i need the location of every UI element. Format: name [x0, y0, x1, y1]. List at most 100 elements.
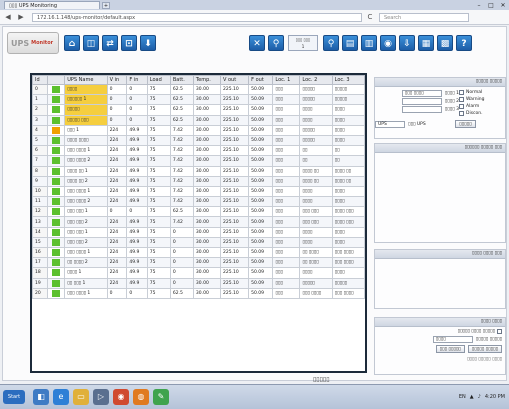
- table-cell: 49.9: [126, 277, 148, 289]
- table-row[interactable]: 4 ▯▯▯ 1 224 49.9 75 7.42 30.00 225.10 50.09 ▯▯▯ ▯▯…: [32, 124, 365, 136]
- table-row[interactable]: 2 ▯▯▯▯▯ 0 0 75 62.5 30.00 225.10 50.09 ▯▯▯ ▯▯▯▯ ▯▯▯…: [32, 104, 365, 116]
- column-header[interactable]: V in: [106, 75, 128, 85]
- reload-icon[interactable]: C: [365, 12, 375, 22]
- table-cell: 224: [106, 175, 128, 187]
- maximize-button[interactable]: □: [485, 2, 497, 9]
- forward-icon[interactable]: ▶: [16, 12, 26, 22]
- url-bar[interactable]: 172.16.1.148/ups-monitor/default.aspx: [32, 12, 362, 22]
- panel-4-button-a[interactable]: ▯▯▯ ▯▯▯▯▯: [435, 345, 465, 353]
- close-window-button[interactable]: ✕: [497, 2, 509, 9]
- column-header-status: [46, 75, 66, 85]
- table-row[interactable]: 6 ▯▯▯ ▯▯▯▯ 1 224 49.9 75 7.42 30.00 225.10 50.09…: [32, 145, 365, 157]
- zoom-icon[interactable]: ⚲: [323, 35, 339, 51]
- chart-icon[interactable]: ◉: [380, 35, 396, 51]
- level-combo[interactable]: [401, 105, 442, 113]
- tray-item[interactable]: EN: [459, 394, 466, 400]
- table-row[interactable]: 8 ▯▯▯▯ ▯▯ 1 224 49.9 75 7.42 30.00 225.10 50.09 ▯…: [32, 165, 365, 177]
- ups-field-combo[interactable]: UPS: [375, 120, 405, 128]
- level-combo[interactable]: [401, 97, 442, 105]
- panel-4-button-b[interactable]: ▯▯▯▯▯ ▯▯▯▯▯: [467, 345, 502, 353]
- ie-icon[interactable]: e: [53, 389, 69, 405]
- table-row[interactable]: 9 ▯▯▯▯ ▯▯ 2 224 49.9 75 7.42 30.00 225.10 50.09 ▯…: [32, 175, 365, 187]
- checkbox-box[interactable]: [459, 97, 464, 102]
- paint-icon[interactable]: ✎: [153, 389, 169, 405]
- table-cell: ▯▯▯ ▯▯▯▯: [331, 257, 365, 269]
- table-cell: 0: [169, 246, 194, 259]
- column-header[interactable]: UPS Name: [64, 75, 108, 85]
- user-selector[interactable]: ▯▯▯ ▯▯▯ 1: [288, 35, 318, 51]
- print-icon[interactable]: ▦: [418, 35, 434, 51]
- explorer-icon[interactable]: ◧: [33, 389, 49, 405]
- panel-4-toggle-label: ▯▯▯▯▯ ▯▯▯▯ ▯▯▯▯▯: [457, 328, 495, 334]
- back-icon[interactable]: ◀: [3, 12, 13, 22]
- column-header[interactable]: Loc. 3: [331, 75, 365, 85]
- grid-icon[interactable]: ▤: [342, 35, 358, 51]
- panel-4-checkbox[interactable]: [497, 328, 502, 334]
- table-row[interactable]: 11 ▯▯▯ ▯▯▯▯ 2 224 49.9 75 7.42 30.00 225.10 50.0…: [32, 196, 365, 208]
- help-icon[interactable]: ?: [456, 35, 472, 51]
- table-row[interactable]: 1 ▯▯▯▯▯▯ 1 0 0 75 62.5 30.00 225.10 50.09 ▯▯▯ ▯▯▯▯…: [32, 94, 365, 106]
- download-icon[interactable]: ⬇: [140, 35, 156, 51]
- table-cell: 50.09: [248, 277, 274, 289]
- refresh-icon[interactable]: ◫: [83, 35, 99, 51]
- column-header[interactable]: Batt.: [169, 75, 194, 85]
- new-tab-button[interactable]: +: [102, 1, 110, 9]
- table-row[interactable]: 3 ▯▯▯▯▯ ▯▯▯ 0 0 75 62.5 30.00 225.10 50.09 ▯▯▯ ▯▯▯…: [32, 114, 365, 126]
- table-cell: 224: [106, 216, 128, 228]
- column-header[interactable]: Id: [32, 75, 48, 85]
- home-icon[interactable]: ⌂: [64, 35, 80, 51]
- table-row[interactable]: 13 ▯▯▯ ▯▯▯ 2 224 49.9 75 7.42 30.00 225.10 50.09…: [32, 216, 365, 228]
- checkbox-box[interactable]: [459, 111, 464, 116]
- filter-checkbox[interactable]: Alarm: [459, 103, 503, 110]
- table-row[interactable]: 17 ▯▯ ▯▯▯▯ 2 224 49.9 75 0 30.00 225.10 50.09 ▯▯▯…: [32, 257, 365, 269]
- table-row[interactable]: 19 ▯▯ ▯▯▯ 1 224 49.9 75 0 30.00 225.10 50.09 ▯▯▯ ▯…: [32, 277, 365, 289]
- table-row[interactable]: 20 ▯▯▯ ▯▯▯▯ 1 0 0 75 62.5 30.00 225.10 50.09 ▯▯▯ ▯…: [32, 287, 365, 299]
- table-cell: 0: [106, 104, 128, 116]
- chrome-icon[interactable]: ◉: [113, 389, 129, 405]
- row-id-cell: 19: [32, 277, 48, 289]
- start-button[interactable]: Start: [3, 390, 25, 404]
- table-cell: 50.09: [248, 206, 274, 218]
- filter-checkbox[interactable]: Normal: [459, 89, 503, 96]
- search-icon[interactable]: ⚲: [268, 35, 284, 51]
- tray-item[interactable]: ♪: [478, 394, 481, 400]
- filter-checkbox[interactable]: Warning: [459, 96, 503, 103]
- tray-item[interactable]: ▲: [470, 394, 474, 400]
- column-header[interactable]: Load: [146, 75, 171, 85]
- checkbox-box[interactable]: [459, 104, 464, 109]
- firefox-icon[interactable]: ◍: [133, 389, 149, 405]
- filter-checkbox[interactable]: Discon.: [459, 110, 503, 117]
- column-header[interactable]: F out: [248, 75, 274, 85]
- column-header[interactable]: Temp.: [192, 75, 221, 85]
- table-row[interactable]: 12 ▯▯▯ ▯▯▯ 1 0 0 75 62.5 30.00 225.10 50.09 ▯▯▯ ▯▯…: [32, 206, 365, 218]
- folder-icon[interactable]: ▭: [73, 389, 89, 405]
- table-row[interactable]: 5 ▯▯▯▯ ▯▯▯▯ 224 49.9 75 7.42 30.00 225.10 50.09 ▯…: [32, 134, 365, 147]
- column-header[interactable]: V out: [219, 75, 250, 85]
- settings-icon[interactable]: ⊡: [121, 35, 137, 51]
- level-combo[interactable]: ▯▯▯ ▯▯▯▯: [401, 89, 442, 97]
- checkbox-box[interactable]: [459, 90, 464, 95]
- table-row[interactable]: 10 ▯▯▯ ▯▯▯▯ 1 224 49.9 75 7.42 30.00 225.10 50.0…: [32, 185, 365, 198]
- column-header[interactable]: F in: [126, 75, 148, 85]
- table-icon[interactable]: ▥: [361, 35, 377, 51]
- search-button[interactable]: ▯▯▯▯▯: [455, 120, 476, 128]
- table-cell: 225.10: [219, 104, 250, 116]
- table-row[interactable]: 16 ▯▯▯ ▯▯▯▯ 1 224 49.9 75 0 30.00 225.10 50.09 ▯▯…: [32, 246, 365, 259]
- table-cell: 30.00: [192, 257, 221, 269]
- table-row[interactable]: 0 ▯▯▯▯ 0 0 75 62.5 30.00 225.10 50.09 ▯▯▯ ▯▯▯▯▯ ▯▯▯…: [32, 83, 365, 96]
- browser-tab[interactable]: ▯▯▯ UPS Monitoring: [4, 1, 100, 9]
- minimize-button[interactable]: –: [473, 2, 485, 9]
- table-row[interactable]: 18 ▯▯▯▯ 1 224 49.9 75 0 30.00 225.10 50.09 ▯▯▯ ▯▯▯…: [32, 267, 365, 279]
- edit-icon[interactable]: ⇄: [102, 35, 118, 51]
- browser-search-input[interactable]: Search: [379, 12, 469, 22]
- export-icon[interactable]: ⇩: [399, 35, 415, 51]
- close-icon[interactable]: ✕: [249, 35, 265, 51]
- table-row[interactable]: 14 ▯▯▯ ▯▯▯ 1 224 49.9 75 0 30.00 225.10 50.09 ▯▯▯…: [32, 226, 365, 238]
- media-icon[interactable]: ▷: [93, 389, 109, 405]
- map-icon[interactable]: ▩: [437, 35, 453, 51]
- column-header[interactable]: Loc. 2: [299, 75, 333, 85]
- table-row[interactable]: 15 ▯▯▯ ▯▯▯ 2 224 49.9 75 0 30.00 225.10 50.09 ▯▯▯…: [32, 236, 365, 249]
- column-header[interactable]: Loc. 1: [272, 75, 301, 85]
- table-row[interactable]: 7 ▯▯▯ ▯▯▯▯ 2 224 49.9 75 7.42 30.00 225.10 50.09…: [32, 155, 365, 167]
- panel-4-option-combo[interactable]: ▯▯▯▯: [432, 335, 473, 343]
